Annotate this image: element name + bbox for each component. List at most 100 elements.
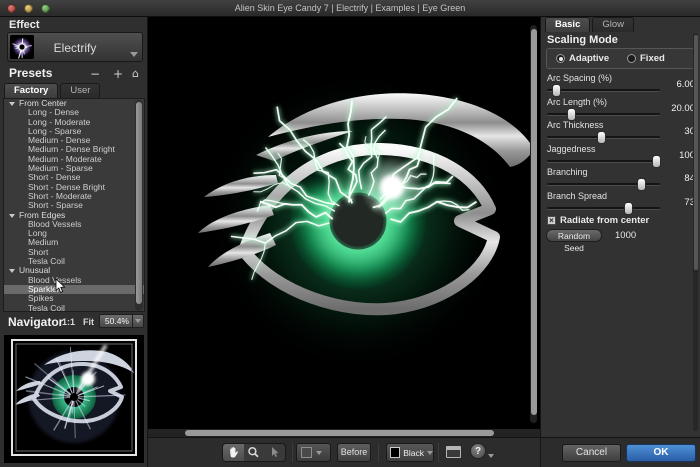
- canvas-horizontal-scroll-thumb[interactable]: [185, 430, 494, 436]
- canvas-vertical-scrollbar[interactable]: [530, 25, 537, 423]
- checkbox-icon: ×: [547, 216, 556, 225]
- settings-window-icon[interactable]: [446, 446, 461, 458]
- presets-heading: Presets: [9, 66, 52, 80]
- slider-thumb[interactable]: [597, 131, 606, 144]
- radiate-from-center-checkbox[interactable]: × Radiate from center: [547, 215, 649, 226]
- slider-label: Arc Spacing (%): [547, 73, 612, 83]
- preset-item-tesla-coil[interactable]: Tesla Coil: [4, 304, 144, 312]
- background-color-button[interactable]: Black: [386, 443, 434, 462]
- hand-icon: [227, 446, 240, 459]
- slider-label: Branching: [547, 167, 588, 177]
- cancel-button[interactable]: Cancel: [562, 444, 621, 462]
- radio-fixed[interactable]: Fixed: [627, 53, 665, 64]
- effect-dropdown-icon: [130, 52, 138, 57]
- navigator-preview[interactable]: [4, 335, 144, 463]
- collapse-triangle-icon[interactable]: [9, 102, 15, 106]
- mouse-cursor-icon: [55, 278, 66, 294]
- tab-basic[interactable]: Basic: [545, 17, 590, 32]
- slider-track[interactable]: [547, 89, 660, 92]
- tab-glow[interactable]: Glow: [592, 17, 634, 32]
- canvas-vertical-scroll-thumb[interactable]: [531, 29, 537, 415]
- effect-selector-button[interactable]: Electrify: [7, 32, 143, 62]
- background-dropdown-icon: [427, 451, 433, 455]
- eye-candy-window: Alien Skin Eye Candy 7 | Electrify | Exa…: [0, 0, 700, 467]
- view-swatch-icon: [301, 447, 312, 458]
- slider-arc-spacing: Arc Spacing (%)6.00: [547, 73, 695, 96]
- preset-item-blood-vessels[interactable]: Blood Vessels: [4, 220, 144, 229]
- title-bar[interactable]: Alien Skin Eye Candy 7 | Electrify | Exa…: [0, 0, 700, 17]
- toolbar-separator: [292, 443, 293, 462]
- preset-item-blood-vessels[interactable]: Blood Vessels: [4, 276, 144, 285]
- random-seed-value: 1000: [615, 230, 636, 241]
- canvas-toolbar: Before Black ?: [148, 437, 540, 467]
- preview-canvas[interactable]: [148, 17, 540, 437]
- ok-button[interactable]: OK: [626, 444, 696, 462]
- random-seed-button[interactable]: Random Seed: [546, 229, 602, 242]
- radio-fixed-label: Fixed: [640, 53, 665, 64]
- home-icon[interactable]: ⌂: [132, 68, 139, 80]
- slider-value: 20.00: [671, 103, 695, 114]
- slider-track[interactable]: [547, 207, 660, 210]
- radio-adaptive-label: Adaptive: [569, 53, 609, 64]
- sliders-container: Arc Spacing (%)6.00Arc Length (%)20.00Ar…: [547, 73, 695, 215]
- preset-label: Tesla Coil: [28, 303, 65, 312]
- scaling-mode-group: Adaptive Fixed: [546, 48, 695, 69]
- zoom-dropdown-icon[interactable]: [133, 314, 144, 328]
- preset-item-long[interactable]: Long: [4, 229, 144, 238]
- slider-jaggedness: Jaggedness100: [547, 144, 695, 167]
- settings-scrollbar[interactable]: [693, 33, 698, 431]
- help-dropdown-icon[interactable]: [488, 454, 494, 458]
- radiate-label: Radiate from center: [560, 215, 649, 226]
- cursor-icon: [269, 446, 280, 459]
- canvas-horizontal-scrollbar[interactable]: [148, 429, 540, 437]
- toolbar-separator: [438, 443, 439, 462]
- slider-thumb[interactable]: [624, 202, 633, 215]
- slider-track[interactable]: [547, 136, 660, 139]
- dialog-footer: Cancel OK: [540, 437, 700, 467]
- tab-factory[interactable]: Factory: [4, 83, 58, 98]
- help-button[interactable]: ?: [470, 443, 486, 459]
- view-mode-swatch-button[interactable]: [296, 443, 331, 462]
- settings-scroll-thumb[interactable]: [694, 35, 698, 270]
- actual-size-button[interactable]: 1:1: [62, 317, 75, 327]
- slider-track[interactable]: [547, 113, 660, 116]
- arrow-tool-button[interactable]: [264, 444, 285, 461]
- slider-arc-thickness: Arc Thickness30: [547, 120, 695, 143]
- hand-tool-button[interactable]: [223, 444, 244, 461]
- slider-label: Jaggedness: [547, 144, 596, 154]
- preset-item-spikes[interactable]: Spikes: [4, 294, 144, 303]
- preset-tabs: Factory User: [4, 83, 102, 98]
- zoom-level-select[interactable]: 50.4%: [99, 314, 133, 328]
- slider-track[interactable]: [547, 183, 660, 186]
- remove-preset-button[interactable]: −: [90, 68, 100, 80]
- slider-thumb[interactable]: [567, 108, 576, 121]
- toolbar-separator: [378, 443, 379, 462]
- fit-button[interactable]: Fit: [83, 317, 94, 327]
- collapse-triangle-icon[interactable]: [9, 214, 15, 218]
- tool-group: [222, 443, 286, 462]
- slider-thumb[interactable]: [552, 84, 561, 97]
- effect-heading: Effect: [9, 19, 40, 31]
- background-color-label: Black: [403, 448, 424, 458]
- preset-item-sparkler[interactable]: Sparkler: [4, 285, 144, 294]
- window-title: Alien Skin Eye Candy 7 | Electrify | Exa…: [0, 3, 700, 13]
- radio-adaptive[interactable]: Adaptive: [556, 53, 609, 64]
- collapse-triangle-icon[interactable]: [9, 269, 15, 273]
- radio-circle-icon: [627, 54, 636, 63]
- preset-item-medium[interactable]: Medium: [4, 238, 144, 247]
- preset-list-scroll-thumb[interactable]: [136, 102, 142, 304]
- left-panel: Effect Electrify Presets − + ⌂ Factory U…: [0, 17, 148, 467]
- zoom-tool-button[interactable]: [244, 444, 265, 461]
- preset-item-short[interactable]: Short: [4, 248, 144, 257]
- slider-thumb[interactable]: [637, 178, 646, 191]
- slider-thumb[interactable]: [652, 155, 661, 168]
- before-button[interactable]: Before: [337, 443, 371, 462]
- magnifier-icon: [247, 446, 260, 459]
- preset-tree: From CenterLong - DenseLong - ModerateLo…: [3, 98, 145, 312]
- navigator-heading: Navigator: [8, 315, 63, 329]
- tab-user[interactable]: User: [60, 83, 100, 98]
- add-preset-button[interactable]: +: [113, 68, 123, 80]
- preset-list-scrollbar[interactable]: [135, 100, 143, 311]
- slider-track[interactable]: [547, 160, 660, 163]
- view-swatch-dropdown-icon: [316, 451, 322, 455]
